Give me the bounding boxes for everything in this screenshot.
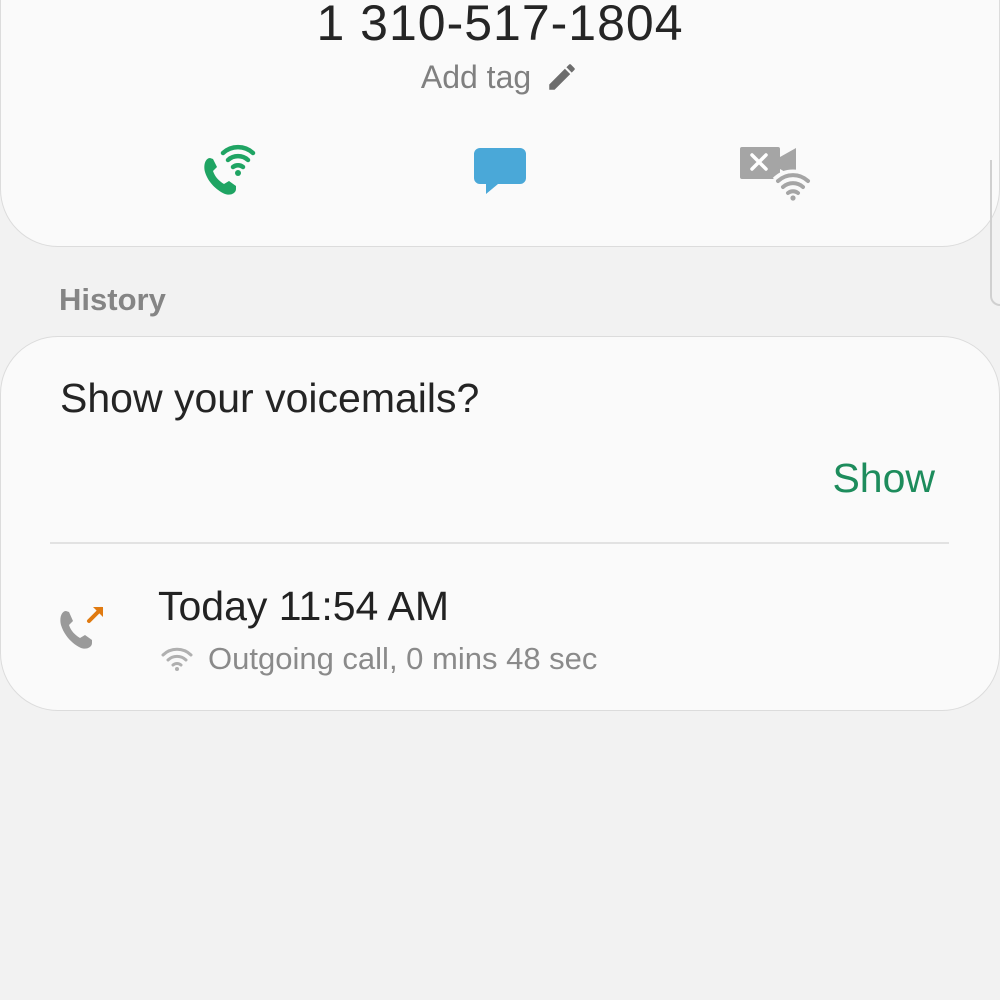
call-log-item[interactable]: Today 11:54 AM Outgoing call, 0 mins 48 … xyxy=(1,567,999,687)
message-icon xyxy=(474,148,526,194)
pencil-icon xyxy=(549,64,575,90)
scroll-handle[interactable] xyxy=(990,160,1000,306)
wifi-icon xyxy=(161,647,193,671)
wifi-call-icon xyxy=(204,144,256,195)
divider xyxy=(50,542,949,544)
outgoing-call-icon xyxy=(60,607,103,649)
voicemail-prompt: Show your voicemails? xyxy=(60,375,480,421)
show-voicemails-button[interactable]: Show xyxy=(832,455,935,502)
add-tag-label: Add tag xyxy=(420,58,532,95)
history-heading: History xyxy=(59,282,166,317)
video-call-button[interactable] xyxy=(734,139,814,203)
message-button[interactable] xyxy=(460,139,540,203)
call-detail: Outgoing call, 0 mins 48 sec xyxy=(160,639,597,679)
contact-card: 1 310-517-1804 Add tag xyxy=(0,0,1000,247)
video-call-disabled-icon xyxy=(740,147,812,201)
call-detail-text: Outgoing call, 0 mins 48 sec xyxy=(208,641,598,676)
call-time: Today 11:54 AM xyxy=(158,583,449,629)
phone-number: 1 310-517-1804 xyxy=(316,0,684,51)
add-tag-button[interactable]: Add tag xyxy=(1,57,999,97)
history-card: Show your voicemails? Show Today 11:54 A… xyxy=(0,336,1000,711)
wifi-call-button[interactable] xyxy=(189,139,269,203)
